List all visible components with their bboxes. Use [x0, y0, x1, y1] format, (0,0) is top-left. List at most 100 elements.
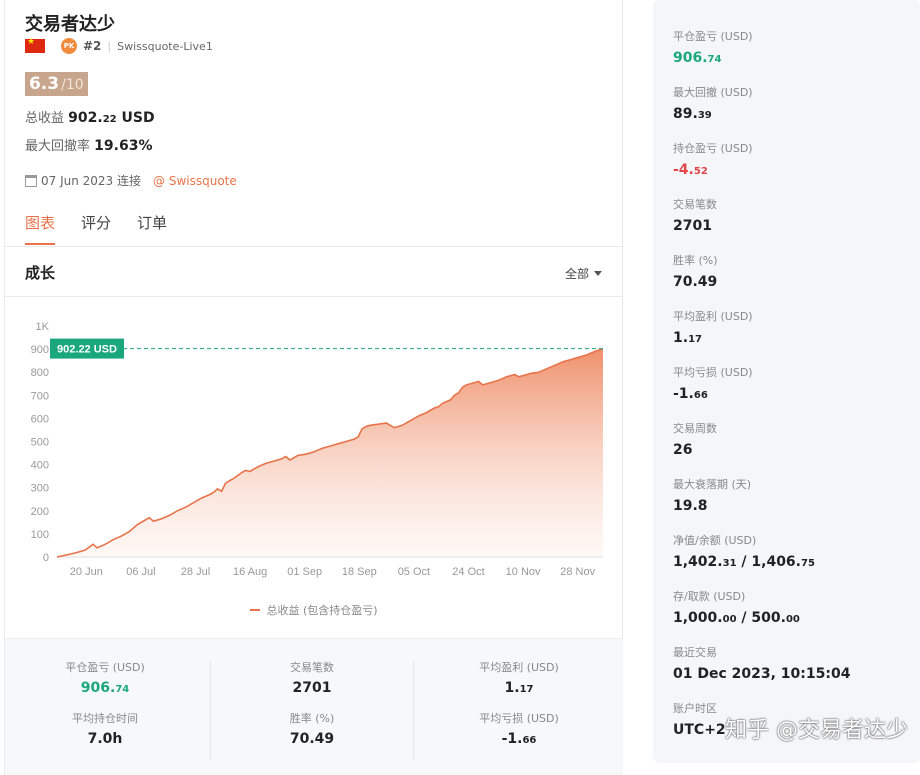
caret-down-icon — [594, 271, 602, 276]
sidebar-stat: 胜率 (%) 70.49 — [673, 252, 718, 290]
broker-link[interactable]: @ Swissquote — [153, 174, 237, 188]
sidebar-stat-label: 胜率 (%) — [673, 254, 718, 267]
total-profit-label: 总收益 — [25, 111, 65, 126]
total-profit-row: 总收益 902.22 USD — [25, 107, 155, 126]
sidebar-stat-label: 最大衰落期 (天) — [673, 478, 752, 491]
sidebar-stat: 交易笔数 2701 — [673, 196, 717, 234]
sidebar-stat: 最近交易 01 Dec 2023, 10:15:04 — [673, 644, 850, 682]
x-tick-label: 18 Sep — [342, 566, 377, 578]
china-flag-icon — [25, 37, 45, 53]
sidebar-stat: 存/取款 (USD) 1,000.00 / 500.00 — [673, 588, 800, 626]
sidebar-stat: 最大衰落期 (天) 19.8 — [673, 476, 751, 514]
tab-rating[interactable]: 评分 — [81, 212, 111, 245]
rank-label: #2 — [83, 39, 102, 53]
growth-divider — [5, 296, 623, 297]
stat-value: -1.66 — [501, 731, 537, 747]
stat-value: 906.74 — [80, 680, 130, 696]
growth-chart[interactable]: 0 100 200 300 400 500 600 700 800 900 1K 20 Jun 06 J… — [5, 310, 623, 620]
stat-value: 2701 — [292, 680, 332, 696]
y-tick-label: 400 — [31, 460, 49, 472]
x-tick-label: 16 Aug — [233, 566, 267, 578]
x-tick-label: 28 Jul — [181, 566, 210, 578]
sidebar-stat: 净值/余额 (USD) 1,402.31 / 1,406.75 — [673, 532, 815, 570]
sidebar-stat: 持仓盈亏 (USD) -4.52 — [673, 140, 753, 178]
sidebar-stat-value: 70.49 — [673, 274, 718, 290]
sidebar-stat-value: 19.8 — [673, 498, 708, 514]
sidebar-stat-value: 26 — [673, 442, 693, 458]
connected-row: 07 Jun 2023 连接 @ Swissquote — [25, 172, 237, 189]
current-value-label: 902.22 USD — [57, 344, 117, 356]
stat-label: 交易笔数 — [290, 661, 334, 674]
pk-badge-icon: PK — [61, 38, 77, 54]
meta-separator: | — [107, 39, 112, 53]
y-tick-label: 200 — [31, 506, 49, 518]
legend-swatch — [250, 609, 261, 611]
sidebar-stat-label: 平均盈利 (USD) — [673, 310, 753, 323]
sidebar-stat-value: 89.39 — [673, 106, 712, 122]
stat-label: 胜率 (%) — [289, 712, 335, 725]
column-divider — [413, 661, 414, 761]
sidebar-stat-value: 1.17 — [673, 330, 702, 346]
stat-label: 平均盈利 (USD) — [479, 661, 559, 674]
y-tick-label: 700 — [31, 390, 49, 402]
x-tick-label: 20 Jun — [70, 566, 103, 578]
sidebar-stat-value: 01 Dec 2023, 10:15:04 — [673, 666, 851, 682]
trader-name: 交易者达少 — [25, 14, 115, 35]
stats-column-1: 平仓盈亏 (USD) 906.74 平均持仓时间 7.0h — [5, 659, 205, 761]
column-divider — [210, 661, 211, 761]
sidebar-stat-label: 交易周数 — [673, 422, 717, 435]
stats-sidebar: 平仓盈亏 (USD) 906.74 最大回撤 (USD) 89.39 持仓盈亏 (USD… — [653, 0, 920, 763]
score-value: 6.3 — [29, 74, 60, 94]
stat-value: 7.0h — [87, 731, 123, 747]
y-tick-label: 100 — [31, 529, 49, 541]
sidebar-stat-label: 账户时区 — [673, 702, 717, 715]
calendar-icon — [25, 174, 37, 187]
sidebar-stat-value: -1.66 — [673, 386, 708, 402]
sidebar-stat-label: 净值/余额 (USD) — [673, 534, 757, 547]
sidebar-stat-label: 最近交易 — [673, 646, 717, 659]
sidebar-stat-value: -4.52 — [673, 162, 708, 178]
account-name: Swissquote-Live1 — [117, 39, 213, 53]
chart-legend[interactable]: 总收益 (包含持仓盈亏) — [5, 602, 623, 618]
tab-chart[interactable]: 图表 — [25, 212, 56, 245]
stat-label: 平均持仓时间 — [72, 712, 138, 725]
total-profit-value: 902.22 USD — [68, 110, 155, 126]
legend-label: 总收益 (包含持仓盈亏) — [266, 604, 378, 617]
y-tick-label: 800 — [31, 367, 49, 379]
stat-value: 70.49 — [289, 731, 335, 747]
y-tick-label: 900 — [31, 344, 49, 356]
x-tick-label: 24 Oct — [452, 566, 484, 578]
stat-value: 1.17 — [504, 680, 534, 696]
sidebar-stat: 平均亏损 (USD) -1.66 — [673, 364, 753, 402]
connected-date: 07 Jun 2023 连接 — [41, 174, 142, 188]
y-tick-label: 500 — [31, 437, 49, 449]
y-tick-label: 600 — [31, 413, 49, 425]
sidebar-stat-value: 1,000.00 / 500.00 — [673, 610, 800, 626]
trader-profile-panel: 交易者达少 PK #2 | Swissquote-Live1 6.3 /10 总… — [4, 0, 623, 775]
sidebar-stat: 平仓盈亏 (USD) 906.74 — [673, 28, 753, 66]
stats-column-2: 交易笔数 2701 胜率 (%) 70.49 — [212, 659, 412, 761]
sidebar-stat: 账户时区 UTC+2 — [673, 700, 726, 738]
area-fill — [57, 348, 603, 557]
y-tick-label: 0 — [43, 552, 49, 564]
watermark: 知乎 @交易者达少 — [725, 718, 908, 743]
sidebar-stat-label: 平仓盈亏 (USD) — [673, 30, 753, 43]
tab-divider — [5, 246, 623, 247]
stat-label: 平均亏损 (USD) — [479, 712, 559, 725]
max-drawdown-label: 最大回撤率 — [25, 139, 91, 154]
sidebar-stat-label: 持仓盈亏 (USD) — [673, 142, 753, 155]
range-value: 全部 — [564, 267, 589, 281]
sidebar-stat: 平均盈利 (USD) 1.17 — [673, 308, 753, 346]
sidebar-stat: 最大回撤 (USD) 89.39 — [673, 84, 753, 122]
sidebar-stat-label: 交易笔数 — [673, 198, 717, 211]
sidebar-stat: 交易周数 26 — [673, 420, 717, 458]
tab-orders[interactable]: 订单 — [137, 212, 167, 245]
x-tick-label: 10 Nov — [506, 566, 541, 578]
sidebar-stat-value: 2701 — [673, 218, 712, 234]
stat-label: 平仓盈亏 (USD) — [65, 661, 145, 674]
y-tick-label: 300 — [31, 483, 49, 495]
tab-bar: 图表 评分 订单 — [25, 212, 167, 245]
range-dropdown[interactable]: 全部 — [565, 265, 602, 282]
trader-meta: PK #2 | Swissquote-Live1 — [25, 37, 213, 54]
score-badge: 6.3 /10 — [25, 72, 88, 96]
